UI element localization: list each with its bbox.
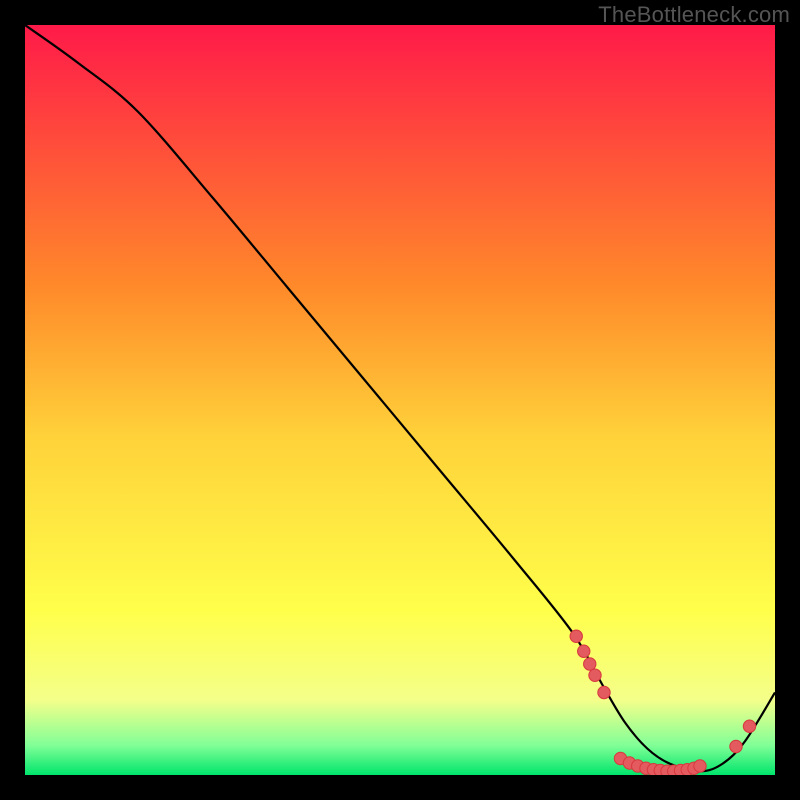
plot-area <box>25 25 775 775</box>
chart-container: TheBottleneck.com <box>0 0 800 800</box>
data-dot <box>598 686 610 698</box>
data-dot <box>730 740 742 752</box>
data-dot <box>743 720 755 732</box>
data-dot <box>589 669 601 681</box>
bottleneck-chart <box>25 25 775 775</box>
watermark-text: TheBottleneck.com <box>598 2 790 28</box>
gradient-background <box>25 25 775 775</box>
data-dot <box>570 630 582 642</box>
data-dot <box>694 760 706 772</box>
data-dot <box>584 658 596 670</box>
data-dot <box>578 645 590 657</box>
